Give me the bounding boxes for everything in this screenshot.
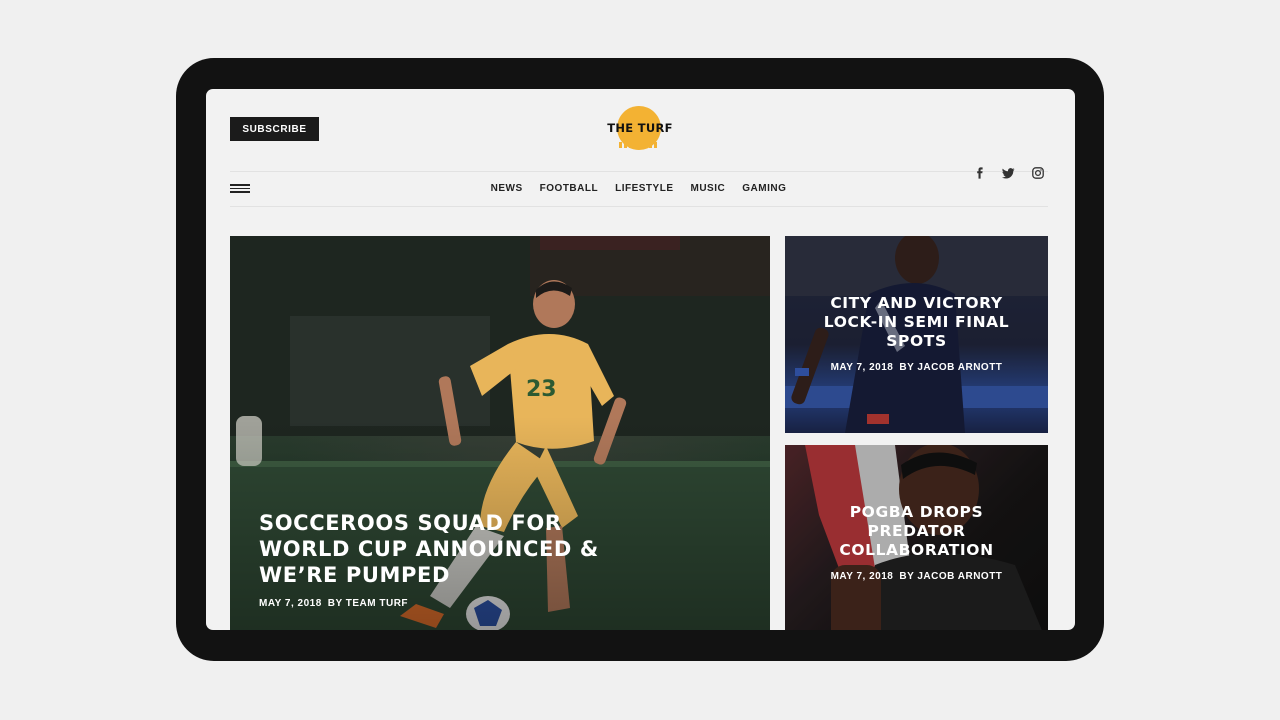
nav-item-football[interactable]: FOOTBALL [540,182,598,196]
article-date: MAY 7, 2018 [830,571,894,582]
logo-text: THE TURF [607,121,673,135]
article-meta: MAY 7, 2018 BY JACOB ARNOTT [785,571,1048,582]
article-author[interactable]: BY JACOB ARNOTT [899,571,1002,582]
nav-item-music[interactable]: MUSIC [691,182,726,196]
instagram-icon[interactable] [1032,167,1044,179]
article-date: MAY 7, 2018 [830,362,894,373]
twitter-icon[interactable] [1002,168,1015,179]
featured-article-meta: MAY 7, 2018 BY TEAM TURF [259,598,408,609]
featured-article-title[interactable]: SOCCEROOS SQUAD FOR WORLD CUP ANNOUNCED … [259,510,599,588]
article-title[interactable]: POGBA DROPS PREDATOR COLLABORATION [785,503,1048,560]
website-screen: SUBSCRIBE THE TURF NEWS FOOTBALL LIFESTY… [206,89,1075,630]
article-card[interactable]: CITY AND VICTORY LOCK-IN SEMI FINAL SPOT… [785,236,1048,433]
article-date: MAY 7, 2018 [259,598,322,609]
nav-item-gaming[interactable]: GAMING [742,182,786,196]
main-navigation: NEWS FOOTBALL LIFESTYLE MUSIC GAMING [206,182,1075,196]
header-divider-top [230,171,1048,172]
subscribe-button[interactable]: SUBSCRIBE [230,117,319,141]
nav-item-news[interactable]: NEWS [491,182,523,196]
article-card[interactable]: POGBA DROPS PREDATOR COLLABORATION MAY 7… [785,445,1048,630]
facebook-icon[interactable] [974,167,986,179]
article-title[interactable]: CITY AND VICTORY LOCK-IN SEMI FINAL SPOT… [785,294,1048,351]
article-author[interactable]: BY TEAM TURF [328,598,408,609]
header-divider-bottom [230,206,1048,207]
nav-item-lifestyle[interactable]: LIFESTYLE [615,182,673,196]
article-meta: MAY 7, 2018 BY JACOB ARNOTT [785,362,1048,373]
logo-grass-icon [619,142,659,148]
featured-article-card[interactable]: 23 SOCCEROOS SQUAD FOR WORLD CUP ANNOUNC… [230,236,770,630]
site-logo[interactable]: THE TURF [602,106,678,152]
article-author[interactable]: BY JACOB ARNOTT [899,362,1002,373]
